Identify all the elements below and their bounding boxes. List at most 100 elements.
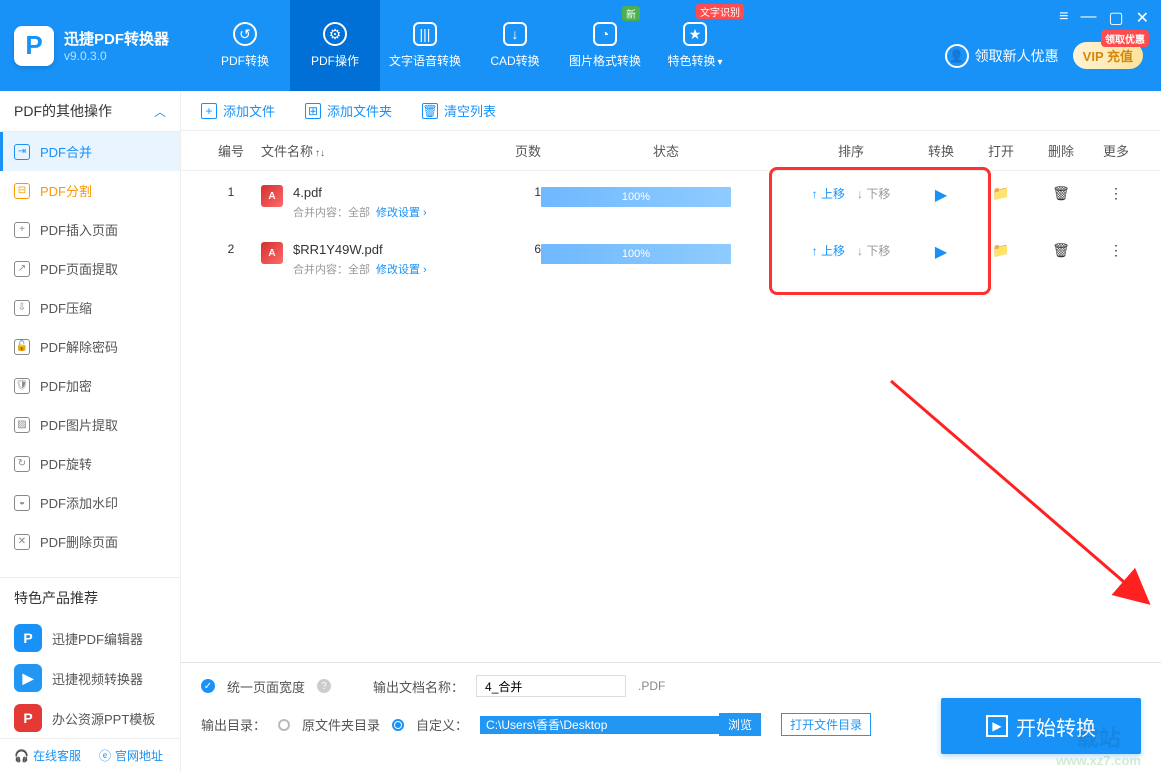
col-status: 状态 <box>541 141 791 160</box>
vip-button[interactable]: VIP 充值 领取优惠 <box>1073 42 1143 69</box>
more-button[interactable]: ⋮ <box>1109 242 1123 258</box>
folder-plus-icon: ⊞ <box>305 103 321 119</box>
modify-settings-link[interactable]: 修改设置 › <box>376 207 427 219</box>
split-icon: ⊟ <box>14 183 30 199</box>
add-file-button[interactable]: +添加文件 <box>201 101 275 120</box>
open-output-dir-button[interactable]: 打开文件目录 <box>781 713 871 736</box>
official-site-link[interactable]: ⓔ官网地址 <box>99 747 163 764</box>
sidebar-item-insert[interactable]: +PDF插入页面 <box>0 210 180 249</box>
col-pages: 页数 <box>461 141 541 160</box>
col-index: 编号 <box>201 141 261 160</box>
col-sort: 排序 <box>791 141 911 160</box>
tab-pdf-convert[interactable]: ↺PDF转换 <box>200 0 290 91</box>
extract-icon: ↗ <box>14 261 30 277</box>
recommend-title: 特色产品推荐 <box>0 577 180 618</box>
online-service-link[interactable]: 🎧在线客服 <box>14 747 81 764</box>
convert-icon: ↺ <box>233 22 257 46</box>
sidebar-item-split[interactable]: ⊟PDF分割 <box>0 171 180 210</box>
tab-cad[interactable]: ↓CAD转换 <box>470 0 560 91</box>
rotate-icon: ↻ <box>14 456 30 472</box>
output-dir-label: 输出目录： <box>201 715 266 734</box>
sort-cell: ↑ 上移 ↓ 下移 <box>791 242 911 259</box>
open-folder-button[interactable]: 📁 <box>992 242 1009 258</box>
annotation-arrow <box>881 371 1161 621</box>
sidebar-item-merge[interactable]: ⇥PDF合并 <box>0 132 180 171</box>
table-row: 2 A $RR1Y49W.pdf 合并内容：全部修改设置 › 6 100% ↑ … <box>181 228 1161 285</box>
move-up-button[interactable]: ↑ 上移 <box>812 185 845 202</box>
sidebar-item-extract-image[interactable]: ▨PDF图片提取 <box>0 405 180 444</box>
sidebar-item-unlock[interactable]: 🔓PDF解除密码 <box>0 327 180 366</box>
delete-button[interactable]: 🗑 <box>1052 242 1070 258</box>
file-cell: A $RR1Y49W.pdf 合并内容：全部修改设置 › <box>261 242 461 277</box>
recommend-video-converter[interactable]: ▶迅捷视频转换器 <box>0 658 180 698</box>
insert-icon: + <box>14 222 30 238</box>
file-cell: A 4.pdf 合并内容：全部修改设置 › <box>261 185 461 220</box>
delete-button[interactable]: 🗑 <box>1052 185 1070 201</box>
plus-icon: + <box>201 103 217 119</box>
maximize-icon[interactable]: ▢ <box>1108 8 1123 28</box>
move-up-button[interactable]: ↑ 上移 <box>812 242 845 259</box>
start-convert-button[interactable]: ▶ 开始转换 <box>941 698 1141 754</box>
output-name-input[interactable] <box>476 675 626 697</box>
progress-bar: 100% <box>541 187 731 207</box>
status-cell: 100% <box>541 242 791 264</box>
radio-same-dir[interactable] <box>278 719 290 731</box>
user-button[interactable]: 👤 领取新人优惠 <box>945 44 1059 68</box>
tab-image[interactable]: ◔图片格式转换新 <box>560 0 650 91</box>
sidebar-group-header[interactable]: PDF的其他操作 ︿ <box>0 91 180 132</box>
sidebar-item-watermark[interactable]: ◒PDF添加水印 <box>0 483 180 522</box>
menu-icon[interactable]: ≡ <box>1059 8 1068 28</box>
sidebar-item-extract[interactable]: ↗PDF页面提取 <box>0 249 180 288</box>
close-icon[interactable]: ✕ <box>1136 8 1149 28</box>
col-filename[interactable]: 文件名称↑↓ <box>261 141 461 160</box>
app-title: 迅捷PDF转换器 <box>64 28 169 49</box>
open-folder-button[interactable]: 📁 <box>992 185 1009 201</box>
output-path-input[interactable] <box>480 716 720 734</box>
pdf-file-icon: A <box>261 242 283 264</box>
tab-tts[interactable]: |||文字语音转换 <box>380 0 470 91</box>
move-down-button[interactable]: ↓ 下移 <box>857 185 890 202</box>
sidebar-item-delete-page[interactable]: ✕PDF删除页面 <box>0 522 180 561</box>
nav-tabs: ↺PDF转换 ⚙PDF操作 |||文字语音转换 ↓CAD转换 ◔图片格式转换新 … <box>200 0 740 91</box>
uniform-width-label: 统一页面宽度 <box>227 677 305 696</box>
col-convert: 转换 <box>911 141 971 160</box>
window-controls: ≡ — ▢ ✕ <box>1059 8 1149 28</box>
vip-badge: 领取优惠 <box>1101 30 1149 47</box>
app-logo-icon: P <box>14 26 54 66</box>
sidebar-item-encrypt[interactable]: 🛡PDF加密 <box>0 366 180 405</box>
tab-special[interactable]: ★特色转换文字识别 <box>650 0 740 91</box>
col-more: 更多 <box>1091 141 1141 160</box>
convert-button[interactable]: ▶ <box>935 187 947 204</box>
col-open: 打开 <box>971 141 1031 160</box>
file-name: $RR1Y49W.pdf <box>293 242 427 257</box>
gear-icon: ⚙ <box>323 22 347 46</box>
path-box: 浏览 <box>480 713 761 736</box>
ocr-badge: 文字识别 <box>696 4 744 19</box>
radio-custom-dir[interactable] <box>392 719 404 731</box>
recommend-pdf-editor[interactable]: P迅捷PDF编辑器 <box>0 618 180 658</box>
uniform-width-checkbox[interactable]: ✓ <box>201 679 215 693</box>
minimize-icon[interactable]: — <box>1080 8 1096 28</box>
recommend-ppt-template[interactable]: P办公资源PPT模板 <box>0 698 180 738</box>
compress-icon: ⇩ <box>14 300 30 316</box>
convert-button[interactable]: ▶ <box>935 244 947 261</box>
sidebar-item-rotate[interactable]: ↻PDF旋转 <box>0 444 180 483</box>
app-header: P 迅捷PDF转换器 v9.0.3.0 ↺PDF转换 ⚙PDF操作 |||文字语… <box>0 0 1161 91</box>
move-down-button[interactable]: ↓ 下移 <box>857 242 890 259</box>
clear-list-button[interactable]: 🗑清空列表 <box>422 101 496 120</box>
sidebar-item-compress[interactable]: ⇩PDF压缩 <box>0 288 180 327</box>
browse-button[interactable]: 浏览 <box>719 713 761 736</box>
merge-icon: ⇥ <box>14 144 30 160</box>
modify-settings-link[interactable]: 修改设置 › <box>376 264 427 276</box>
lock-icon: 🛡 <box>14 378 30 394</box>
more-button[interactable]: ⋮ <box>1109 185 1123 201</box>
file-meta: 合并内容：全部修改设置 › <box>293 261 427 277</box>
add-folder-button[interactable]: ⊞添加文件夹 <box>305 101 392 120</box>
tab-pdf-operate[interactable]: ⚙PDF操作 <box>290 0 380 91</box>
status-cell: 100% <box>541 185 791 207</box>
help-icon[interactable]: ? <box>317 679 331 693</box>
pdf-editor-icon: P <box>14 624 42 652</box>
logo-block: P 迅捷PDF转换器 v9.0.3.0 <box>0 0 200 91</box>
progress-bar: 100% <box>541 244 731 264</box>
row-index: 1 <box>201 185 261 199</box>
